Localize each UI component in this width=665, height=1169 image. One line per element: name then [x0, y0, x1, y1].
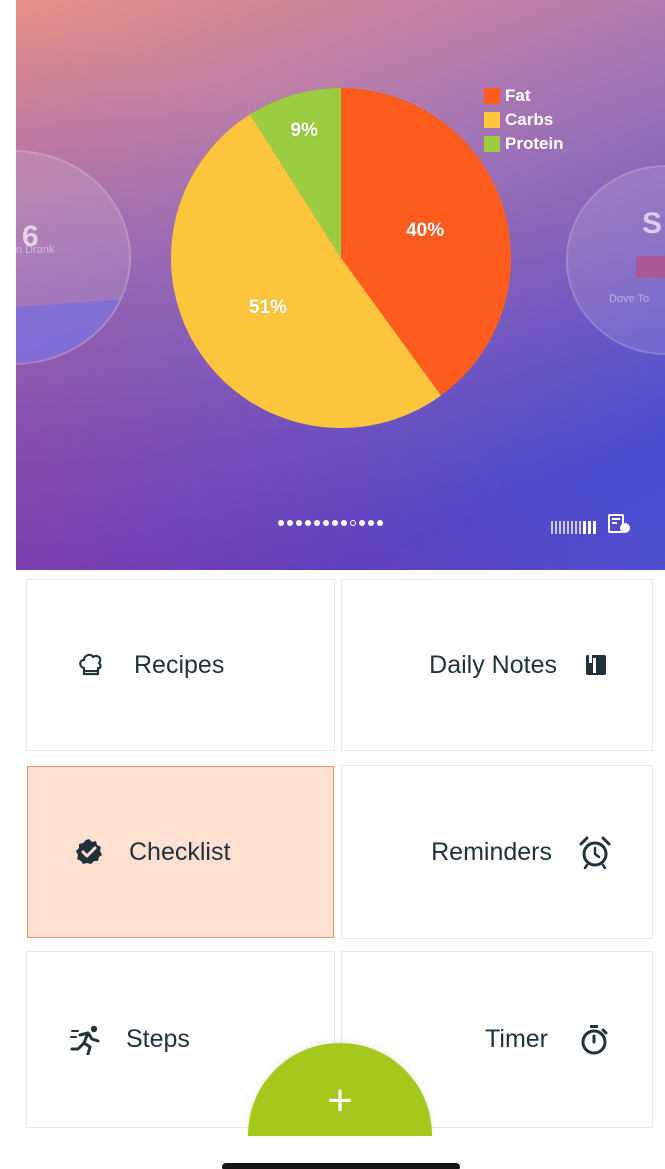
meal-scan-icon[interactable] [608, 514, 632, 539]
daily-notes-tile[interactable]: Daily Notes [342, 580, 652, 750]
pie-label-fat: 40% [406, 219, 445, 241]
recipes-label: Recipes [134, 650, 225, 679]
steps-label: Steps [126, 1025, 190, 1053]
daily-notes-label: Daily Notes [429, 650, 557, 679]
page-dot[interactable] [278, 520, 284, 526]
page-indicator[interactable] [278, 520, 383, 526]
alarm-clock-icon [578, 835, 612, 869]
legend-item-carbs: Carbs [484, 108, 564, 132]
hero-actions [551, 514, 632, 539]
app-screen: 6 n Drank S Dove To Fat Carbs Protein 40% 5… [0, 0, 665, 1169]
legend-label: Carbs [505, 110, 554, 129]
pie-label-protein: 9% [290, 119, 318, 141]
page-dot[interactable] [314, 520, 320, 526]
legend-swatch [484, 112, 500, 128]
page-dot[interactable] [323, 520, 329, 526]
page-dot[interactable] [368, 520, 374, 526]
page-dot[interactable] [359, 520, 365, 526]
home-indicator[interactable] [222, 1163, 460, 1169]
legend-item-protein: Protein [484, 132, 564, 156]
check-badge-icon [75, 838, 103, 866]
recipes-tile[interactable]: Recipes [27, 580, 334, 750]
page-dot[interactable] [332, 520, 338, 526]
legend-label: Fat [505, 86, 531, 105]
page-dot[interactable] [296, 520, 302, 526]
page-dot[interactable] [305, 520, 311, 526]
checklist-tile[interactable]: Checklist [27, 766, 334, 938]
chef-hat-icon [77, 651, 105, 679]
page-dot[interactable] [377, 520, 383, 526]
page-dot[interactable] [350, 520, 356, 526]
runner-icon [70, 1025, 104, 1055]
left-edge [0, 0, 16, 1169]
nutrition-carousel[interactable]: 6 n Drank S Dove To Fat Carbs Protein 40% 5… [16, 0, 665, 570]
legend-item-fat: Fat [484, 84, 564, 108]
stopwatch-icon [580, 1024, 608, 1056]
legend-swatch [484, 88, 500, 104]
reminders-label: Reminders [431, 837, 552, 866]
checklist-label: Checklist [129, 837, 231, 866]
reminders-tile[interactable]: Reminders [342, 766, 652, 938]
barcode-icon[interactable] [551, 520, 596, 534]
page-dot[interactable] [287, 520, 293, 526]
macro-pie-chart [171, 88, 512, 428]
chart-legend: Fat Carbs Protein [484, 84, 564, 156]
legend-swatch [484, 136, 500, 152]
page-dot[interactable] [341, 520, 347, 526]
timer-label: Timer [485, 1025, 548, 1053]
notebook-icon [585, 653, 607, 677]
pie-label-carbs: 51% [248, 296, 287, 318]
legend-label: Protein [505, 134, 564, 153]
